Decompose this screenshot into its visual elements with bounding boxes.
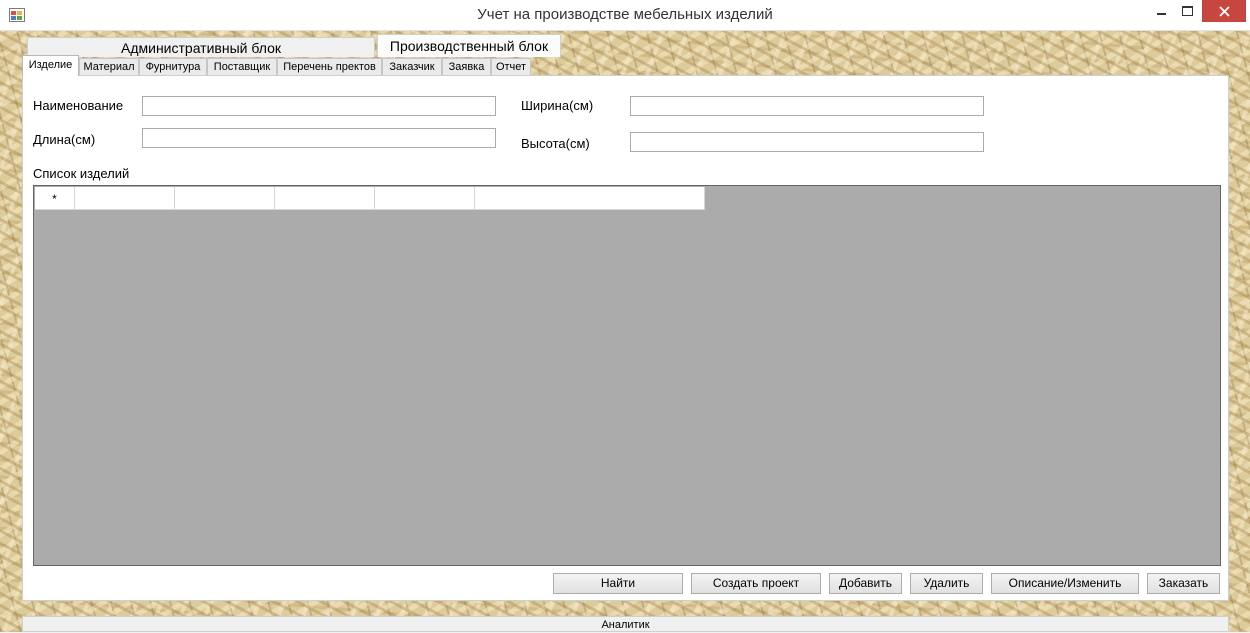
- table-row[interactable]: *: [35, 187, 705, 210]
- minimize-icon: [1156, 13, 1166, 15]
- product-list-title: Список изделий: [33, 166, 130, 181]
- tab-report[interactable]: Отчет: [491, 58, 531, 75]
- tab-production-block[interactable]: Производственный блок: [377, 34, 561, 57]
- name-label: Наименование: [33, 98, 124, 113]
- tab-analyst[interactable]: Аналитик: [22, 616, 1229, 632]
- product-grid[interactable]: *: [33, 185, 1221, 566]
- width-input[interactable]: [630, 96, 984, 116]
- length-input[interactable]: [142, 128, 496, 148]
- maximize-icon: [1181, 6, 1193, 16]
- tab-customer[interactable]: Заказчик: [382, 58, 442, 75]
- close-icon: [1218, 5, 1230, 17]
- grid-cell[interactable]: [75, 187, 175, 210]
- tab-material[interactable]: Материал: [79, 58, 139, 75]
- tab-project-list[interactable]: Перечень пректов: [277, 58, 382, 75]
- row-header-new[interactable]: *: [35, 187, 75, 210]
- height-label: Высота(см): [521, 136, 590, 151]
- name-input[interactable]: [142, 96, 496, 116]
- tab-fittings[interactable]: Фурнитура: [139, 58, 207, 75]
- order-button[interactable]: Заказать: [1147, 573, 1220, 594]
- minimize-button[interactable]: [1148, 0, 1174, 22]
- tab-supplier[interactable]: Поставщик: [207, 58, 277, 75]
- title-bar: Учет на производстве мебельных изделий: [0, 0, 1250, 31]
- maximize-button[interactable]: [1174, 0, 1200, 22]
- grid-cell[interactable]: [275, 187, 375, 210]
- width-label: Ширина(см): [521, 98, 594, 113]
- find-button[interactable]: Найти: [553, 573, 683, 594]
- tab-product[interactable]: Изделие: [22, 55, 79, 76]
- tab-admin-block[interactable]: Административный блок: [27, 37, 375, 57]
- close-button[interactable]: [1202, 0, 1246, 22]
- add-button[interactable]: Добавить: [829, 573, 902, 594]
- height-input[interactable]: [630, 132, 984, 152]
- grid-cell[interactable]: [375, 187, 475, 210]
- window-title: Учет на производстве мебельных изделий: [477, 6, 773, 23]
- delete-button[interactable]: Удалить: [910, 573, 983, 594]
- describe-edit-button[interactable]: Описание/Изменить: [991, 573, 1139, 594]
- grid-cell[interactable]: [475, 187, 705, 210]
- create-project-button[interactable]: Создать проект: [691, 573, 821, 594]
- tab-request[interactable]: Заявка: [442, 58, 491, 75]
- grid-cell[interactable]: [175, 187, 275, 210]
- length-label: Длина(см): [33, 132, 96, 147]
